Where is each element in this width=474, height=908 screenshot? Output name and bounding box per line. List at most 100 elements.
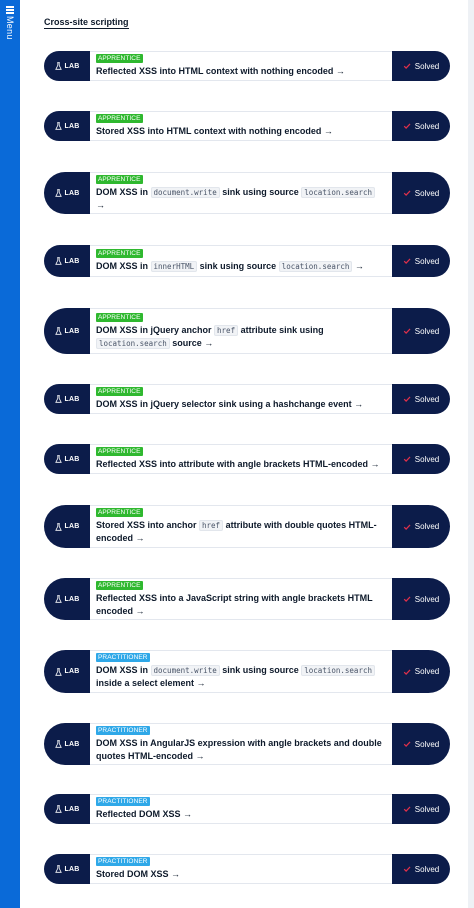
lab-title-link[interactable]: Reflected XSS into attribute with angle … [96, 458, 386, 471]
inline-code: location.search [278, 261, 353, 272]
level-tag: APPRENTICE [96, 174, 143, 184]
lab-body: APPRENTICE DOM XSS in jQuery selector sin… [90, 384, 392, 414]
lab-title-text: sink using source [219, 186, 302, 197]
arrow-right-icon: → [168, 869, 181, 879]
solved-label: Solved [414, 188, 440, 198]
lab-title-link[interactable]: Stored XSS into anchor href attribute wi… [96, 519, 386, 545]
level-tag: APPRENTICE [96, 312, 143, 322]
lab-body: PRACTITIONER Reflected DOM XSS → [90, 794, 392, 824]
flask-icon [54, 395, 62, 403]
lab-row[interactable]: LAB APPRENTICE Stored XSS into HTML contex… [44, 111, 450, 141]
lab-badge: LAB [44, 854, 90, 884]
lab-title-link[interactable]: Reflected XSS into HTML context with not… [96, 65, 386, 78]
lab-row[interactable]: LAB APPRENTICE DOM XSS in jQuery selector … [44, 384, 450, 414]
lab-badge-label: LAB [64, 62, 80, 70]
arrow-right-icon: → [194, 678, 206, 688]
lab-title-link[interactable]: Stored XSS into HTML context with nothin… [96, 125, 386, 138]
lab-badge: LAB [44, 794, 90, 824]
check-icon [403, 328, 411, 334]
solved-label: Solved [414, 121, 440, 131]
lab-title-link[interactable]: DOM XSS in document.write sink using sou… [96, 664, 386, 690]
inline-code: href [214, 324, 239, 336]
lab-title-link[interactable]: DOM XSS in document.write sink using sou… [96, 186, 386, 212]
lab-row[interactable]: LAB PRACTITIONER DOM XSS in AngularJS expr… [44, 723, 450, 765]
check-icon [403, 669, 411, 675]
menu-toggle[interactable]: Menu [2, 4, 18, 64]
lab-title-link[interactable]: DOM XSS in jQuery anchor href attribute … [96, 324, 386, 350]
lab-body: PRACTITIONER DOM XSS in document.write si… [90, 650, 392, 693]
arrow-right-icon: → [133, 533, 145, 543]
lab-row[interactable]: LAB PRACTITIONER Stored DOM XSS → Solved [44, 854, 450, 884]
flask-icon [54, 522, 62, 531]
section-title[interactable]: Cross-site scripting [44, 17, 129, 29]
solved-status: Solved [392, 854, 450, 884]
lab-body: APPRENTICE Stored XSS into anchor href at… [90, 505, 392, 548]
lab-row[interactable]: LAB APPRENTICE Reflected XSS into HTML con… [44, 51, 450, 81]
lab-badge: LAB [44, 578, 90, 620]
lab-title-text: DOM XSS in jQuery anchor [96, 324, 215, 335]
solved-status: Solved [392, 444, 450, 474]
check-icon [403, 63, 411, 69]
lab-title-text: Reflected DOM XSS [96, 809, 181, 819]
lab-badge-label: LAB [64, 327, 80, 335]
lab-title-text: Stored DOM XSS [96, 869, 169, 879]
inline-code: href [199, 520, 224, 531]
level-tag: PRACTITIONER [96, 797, 150, 806]
solved-status: Solved [392, 51, 450, 81]
inline-code: location.search [96, 337, 170, 349]
lab-title-link[interactable]: DOM XSS in jQuery selector sink using a … [96, 398, 386, 411]
lab-title-text: source [169, 337, 202, 348]
level-tag: APPRENTICE [96, 387, 143, 396]
lab-title-link[interactable]: Stored DOM XSS → [96, 868, 386, 881]
check-icon [403, 866, 411, 872]
lab-title-text: sink using source [197, 261, 279, 271]
solved-label: Solved [414, 326, 440, 336]
flask-icon [54, 865, 62, 873]
level-tag: APPRENTICE [96, 508, 143, 517]
level-tag: PRACTITIONER [96, 653, 150, 662]
lab-title-link[interactable]: Reflected XSS into a JavaScript string w… [96, 592, 386, 618]
inline-code: document.write [150, 186, 220, 198]
arrow-right-icon: → [333, 66, 345, 76]
lab-row[interactable]: LAB APPRENTICE Stored XSS into anchor href… [44, 505, 450, 548]
solved-label: Solved [414, 667, 440, 676]
lab-title-text: Stored XSS into anchor [96, 520, 200, 530]
lab-body: APPRENTICE Reflected XSS into a JavaScrip… [90, 578, 392, 620]
lab-badge: LAB [44, 111, 90, 141]
lab-row[interactable]: LAB APPRENTICE DOM XSS in document.write s… [44, 172, 450, 214]
lab-badge: LAB [44, 308, 90, 354]
lab-row[interactable]: LAB PRACTITIONER DOM XSS in document.write… [44, 650, 450, 693]
lab-row[interactable]: LAB APPRENTICE DOM XSS in innerHTML sink u… [44, 245, 450, 277]
lab-body: PRACTITIONER DOM XSS in AngularJS express… [90, 723, 392, 765]
lab-row[interactable]: LAB APPRENTICE DOM XSS in jQuery anchor hr… [44, 308, 450, 354]
scrollbar-track[interactable] [468, 0, 474, 908]
check-icon [403, 456, 411, 462]
lab-title-text: DOM XSS in [96, 261, 151, 271]
lab-body: APPRENTICE Reflected XSS into HTML contex… [90, 51, 392, 81]
flask-icon [54, 595, 62, 603]
lab-title-text: sink using source [219, 665, 302, 675]
lab-row[interactable]: LAB APPRENTICE Reflected XSS into a JavaSc… [44, 578, 450, 620]
solved-status: Solved [392, 505, 450, 548]
solved-label: Solved [414, 454, 440, 464]
lab-badge: LAB [44, 723, 90, 765]
lab-badge-label: LAB [64, 595, 80, 603]
lab-title-link[interactable]: DOM XSS in innerHTML sink using source l… [96, 260, 386, 273]
lab-row[interactable]: LAB PRACTITIONER Reflected DOM XSS → Solved [44, 794, 450, 824]
lab-badge-label: LAB [64, 523, 80, 530]
check-icon [403, 190, 411, 196]
lab-badge: LAB [44, 51, 90, 81]
lab-badge-label: LAB [64, 257, 80, 265]
check-icon [403, 596, 411, 602]
lab-badge-label: LAB [64, 668, 80, 675]
lab-title-text: Reflected XSS into HTML context with not… [96, 66, 334, 76]
solved-status: Solved [392, 650, 450, 693]
lab-title-link[interactable]: Reflected DOM XSS → [96, 808, 386, 821]
arrow-right-icon: → [321, 126, 333, 136]
flask-icon [54, 327, 62, 335]
lab-body: APPRENTICE DOM XSS in innerHTML sink usin… [90, 245, 392, 277]
solved-status: Solved [392, 723, 450, 765]
lab-row[interactable]: LAB APPRENTICE Reflected XSS into attribut… [44, 444, 450, 474]
lab-title-link[interactable]: DOM XSS in AngularJS expression with ang… [96, 737, 386, 763]
lab-badge: LAB [44, 444, 90, 474]
